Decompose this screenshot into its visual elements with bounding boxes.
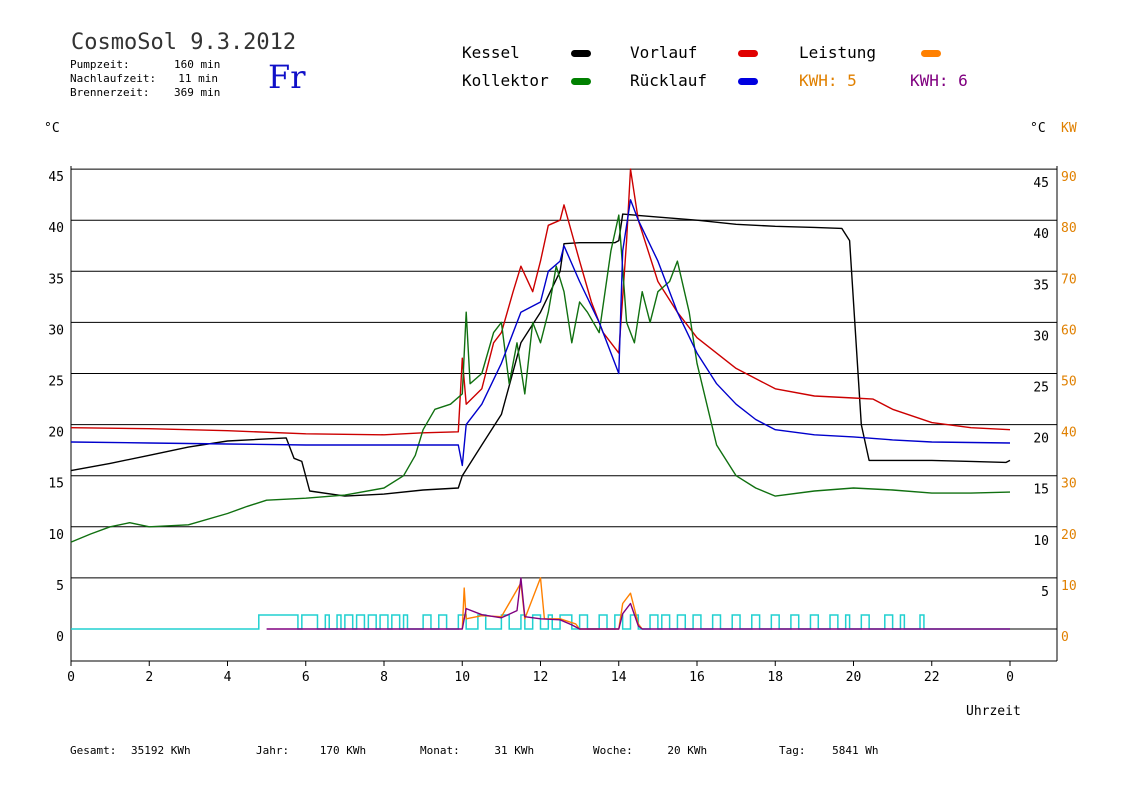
footer-label: Gesamt:: [70, 744, 117, 757]
y-tick-kw: 80: [1061, 221, 1077, 236]
y-axis-kw-unit: KW: [1061, 121, 1077, 136]
y-tick-left: 35: [48, 272, 64, 287]
y-tick-right: 10: [1033, 534, 1049, 549]
kessel-line: [70, 213, 1011, 497]
footer-woche: Woche: 20 KWh: [593, 744, 707, 757]
x-axis-label: Uhrzeit: [966, 704, 1021, 719]
y-tick-kw: 70: [1061, 272, 1077, 287]
footer-value: 35192 KWh: [130, 744, 191, 757]
y-tick-kw: 50: [1061, 375, 1077, 390]
x-tick-label: 0: [67, 670, 75, 685]
y-tick-left: 40: [48, 221, 64, 236]
x-tick-label: 4: [224, 670, 232, 685]
x-tick-label: 6: [302, 670, 310, 685]
x-tick-label: 16: [689, 670, 705, 685]
footer-monat: Monat: 31 KWh: [420, 744, 534, 757]
ruecklauf-line: [70, 199, 1011, 467]
y-tick-left: 25: [48, 375, 64, 390]
x-tick-label: 0: [1006, 670, 1014, 685]
y-tick-kw: 20: [1061, 528, 1077, 543]
y-axis-right-unit: °C: [1030, 121, 1046, 136]
footer-value: 170 KWh: [319, 744, 367, 757]
y-tick-right: 35: [1033, 278, 1049, 293]
y-tick-right: 20: [1033, 432, 1049, 447]
footer-value: 5841 Wh: [832, 744, 879, 757]
footer-value: 20 KWh: [667, 744, 708, 757]
y-tick-kw: 60: [1061, 323, 1077, 338]
footer-value: 31 KWh: [494, 744, 535, 757]
y-tick-left: 20: [48, 426, 64, 441]
x-tick-label: 22: [924, 670, 940, 685]
x-tick-label: 12: [533, 670, 549, 685]
y-tick-right: 40: [1033, 227, 1049, 242]
footer-label: Tag:: [779, 744, 806, 757]
y-tick-right: 5: [1041, 585, 1049, 600]
y-tick-kw: 90: [1061, 170, 1077, 185]
x-tick-label: 20: [846, 670, 862, 685]
y-tick-right: 15: [1033, 483, 1049, 498]
y-tick-left: 30: [48, 323, 64, 338]
x-tick-label: 14: [611, 670, 627, 685]
pump-state-line: [71, 614, 1010, 630]
y-tick-kw: 30: [1061, 477, 1077, 492]
y-tick-left: 0: [56, 630, 64, 645]
y-tick-left: 5: [56, 579, 64, 594]
footer-jahr: Jahr: 170 KWh: [256, 744, 366, 757]
y-tick-right: 45: [1033, 176, 1049, 191]
footer-label: Monat:: [420, 744, 460, 757]
footer-label: Woche:: [593, 744, 633, 757]
x-tick-label: 10: [454, 670, 470, 685]
y-tick-kw: 40: [1061, 426, 1077, 441]
y-tick-right: 30: [1033, 329, 1049, 344]
y-tick-left: 45: [48, 170, 64, 185]
footer-tag: Tag: 5841 Wh: [779, 744, 878, 757]
y-axis-left-unit: °C: [44, 121, 60, 136]
kollektor-line: [70, 214, 1011, 543]
x-tick-label: 8: [380, 670, 388, 685]
footer-label: Jahr:: [256, 744, 290, 757]
y-tick-kw: 10: [1061, 579, 1077, 594]
x-tick-label: 18: [767, 670, 783, 685]
footer-gesamt: Gesamt: 35192 KWh: [70, 744, 191, 757]
temperature-chart: 0510152025303540455101520253035404501020…: [44, 121, 1077, 719]
y-tick-left: 10: [48, 528, 64, 543]
y-tick-right: 25: [1033, 381, 1049, 396]
y-tick-left: 15: [48, 477, 64, 492]
x-tick-label: 2: [145, 670, 153, 685]
y-tick-kw: 0: [1061, 630, 1069, 645]
